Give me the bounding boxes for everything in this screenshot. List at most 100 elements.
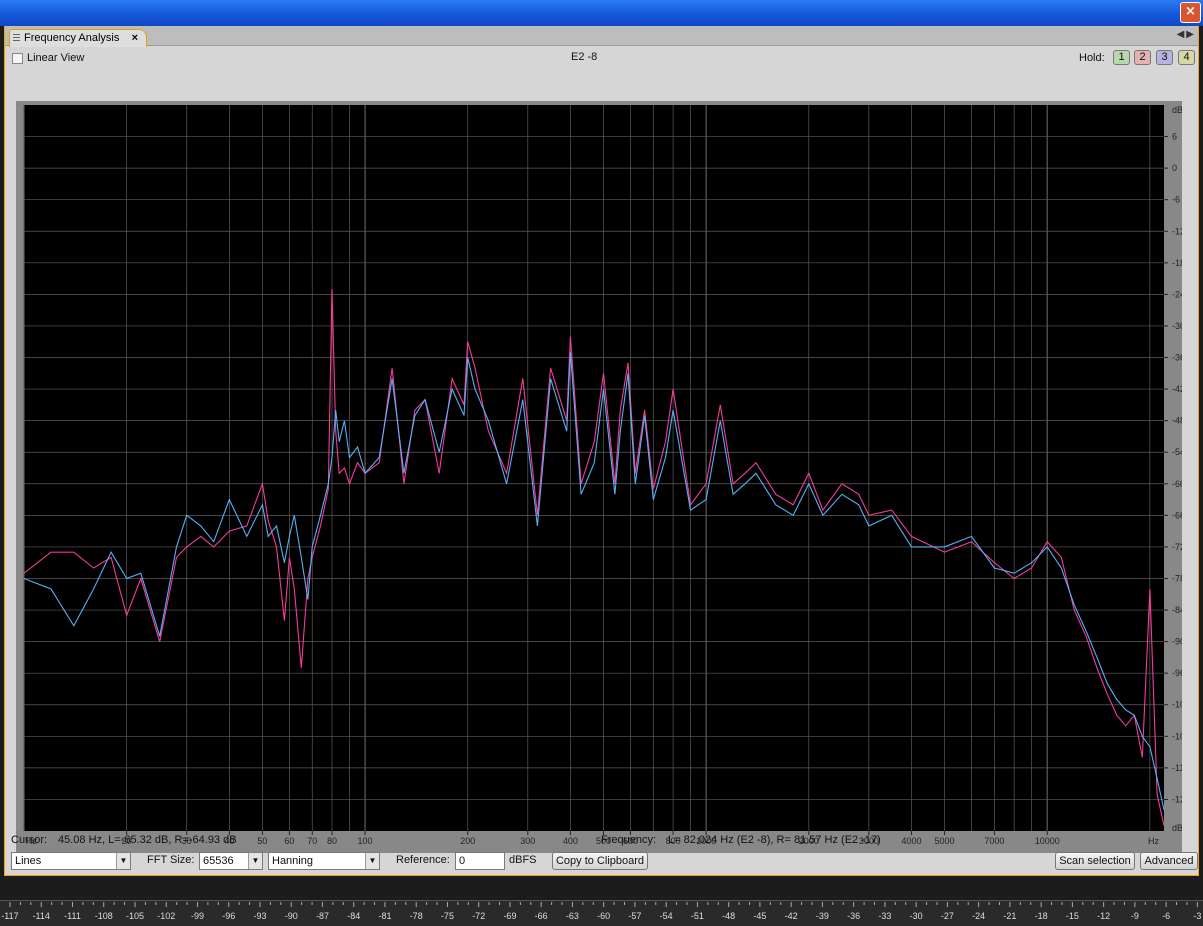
chevron-down-icon[interactable]: ▼ <box>365 853 379 869</box>
meter-tick-label: -72 <box>472 911 485 921</box>
tab-frequency-analysis[interactable]: Frequency Analysis × <box>9 29 147 47</box>
y-tick-label: -90 <box>1172 637 1182 647</box>
reference-input[interactable]: 0 <box>455 852 505 870</box>
copy-to-clipboard-button[interactable]: Copy to Clipboard <box>552 852 648 870</box>
y-tick-label: -36 <box>1172 353 1182 363</box>
meter-tick-label: -84 <box>347 911 360 921</box>
tab-close-icon[interactable]: × <box>132 30 138 46</box>
y-tick-label: -12 <box>1172 226 1182 236</box>
meter-tick-label: -108 <box>95 911 113 921</box>
controls-row: Lines ▼ FFT Size: 65536 ▼ Hanning ▼ Refe… <box>5 851 1198 873</box>
meter-tick-label: -39 <box>816 911 829 921</box>
meter-tick-label: -15 <box>1066 911 1079 921</box>
cursor-readout: 45.08 Hz, L=-65.32 dB, R=-64.93 dB <box>58 834 237 846</box>
meter-tick-label: -66 <box>535 911 548 921</box>
analysis-toolbar: Linear View E2 -8 Hold: 1 2 3 4 <box>5 46 1198 72</box>
meter-tick-label: -24 <box>972 911 985 921</box>
meter-tick-label: -117 <box>1 911 18 921</box>
chevron-down-icon[interactable]: ▼ <box>116 853 130 869</box>
y-tick-label: -42 <box>1172 384 1182 394</box>
meter-tick-label: -78 <box>410 911 423 921</box>
meter-tick-label: -87 <box>316 911 329 921</box>
frequency-readout: L= 82.024 Hz (E2 -8), R= 81.57 Hz (E2 -1… <box>668 834 881 846</box>
meter-tick-label: -9 <box>1131 911 1139 921</box>
meter-tick-label: -51 <box>691 911 704 921</box>
meter-tick-label: -105 <box>126 911 144 921</box>
y-tick-label: -108 <box>1172 731 1182 741</box>
spectrum-plot-frame[interactable]: 20 30 40 50 60 70 80 100 200 300 400 500 600 800 1000 2… <box>16 101 1182 853</box>
y-tick-label: -120 <box>1172 794 1182 804</box>
meter-tick-label: -21 <box>1003 911 1016 921</box>
meter-tick-label: -114 <box>33 911 50 921</box>
y-tick-label: -114 <box>1172 763 1182 773</box>
meter-tick-label: -75 <box>441 911 454 921</box>
meter-tick-label: -33 <box>878 911 891 921</box>
meter-tick-label: -27 <box>941 911 954 921</box>
fft-size-select[interactable]: 65536 ▼ <box>199 852 263 870</box>
hold-label: Hold: <box>1079 52 1105 64</box>
tab-scroll-arrows-icon[interactable]: ◀▶ <box>1177 29 1196 40</box>
y-tick-label: -96 <box>1172 668 1182 678</box>
meter-tick-label: -93 <box>253 911 266 921</box>
level-meter: -117 -114 -111 -108 -105 -102 -99 -96 -93 -90 -87 -… <box>0 900 1203 926</box>
y-tick-label: -18 <box>1172 258 1182 268</box>
y-tick-label: -48 <box>1172 416 1182 426</box>
window-function-select[interactable]: Hanning ▼ <box>268 852 380 870</box>
plot-style-value: Lines <box>15 855 42 867</box>
window-close-button[interactable]: × <box>1180 2 1201 23</box>
y-tick-label: -78 <box>1172 573 1182 583</box>
meter-tick-label: -36 <box>847 911 860 921</box>
linear-view-label[interactable]: Linear View <box>27 52 84 64</box>
y-tick-label: -72 <box>1172 542 1182 552</box>
hold-button-4[interactable]: 4 <box>1178 50 1195 65</box>
hold-button-3[interactable]: 3 <box>1156 50 1173 65</box>
window-function-value: Hanning <box>272 855 313 867</box>
scan-selection-button[interactable]: Scan selection <box>1055 852 1135 870</box>
panel-tabstrip: Frequency Analysis × ◀▶ <box>5 26 1198 47</box>
tab-grip-icon[interactable] <box>13 34 20 43</box>
meter-tick-label: -3 <box>1193 911 1201 921</box>
y-tick-label: -24 <box>1172 289 1182 299</box>
fft-size-label: FFT Size: <box>147 854 195 866</box>
y-tick-label: 0 <box>1172 163 1177 173</box>
meter-tick-label: -69 <box>503 911 516 921</box>
hold-button-1[interactable]: 1 <box>1113 50 1130 65</box>
y-tick-label: -102 <box>1172 700 1182 710</box>
meter-tick-label: -6 <box>1162 911 1170 921</box>
y-tick-label: -84 <box>1172 605 1182 615</box>
meter-tick-label: -12 <box>1097 911 1110 921</box>
spectrum-plot[interactable]: 20 30 40 50 60 70 80 100 200 300 400 500 600 800 1000 2… <box>16 101 1182 853</box>
fft-size-value: 65536 <box>203 855 234 867</box>
meter-tick-label: -57 <box>628 911 641 921</box>
meter-tick-label: -90 <box>285 911 298 921</box>
meter-tick-label: -54 <box>660 911 673 921</box>
window-titlebar: × <box>0 0 1203 26</box>
chevron-down-icon[interactable]: ▼ <box>248 853 262 869</box>
tab-title: Frequency Analysis <box>24 32 120 44</box>
meter-tick-label: -81 <box>378 911 391 921</box>
hold-button-2[interactable]: 2 <box>1134 50 1151 65</box>
y-tick-label: 6 <box>1172 132 1177 142</box>
meter-tick-label: -111 <box>64 911 81 921</box>
advanced-button[interactable]: Advanced <box>1140 852 1198 870</box>
level-meter-scale: -117 -114 -111 -108 -105 -102 -99 -96 -93 -90 -87 -… <box>1 902 1201 921</box>
plot-area[interactable] <box>24 105 1164 831</box>
frequency-label: Frequency: <box>601 834 657 846</box>
y-tick-label: -30 <box>1172 321 1182 331</box>
y-tick-label: -6 <box>1172 195 1180 205</box>
y-tick-label: -54 <box>1172 447 1182 457</box>
meter-tick-label: -102 <box>157 911 175 921</box>
meter-tick-label: -60 <box>597 911 610 921</box>
meter-tick-label: -45 <box>753 911 766 921</box>
meter-tick-label: -42 <box>785 911 798 921</box>
meter-tick-label: -18 <box>1035 911 1048 921</box>
reference-label: Reference: <box>396 854 450 866</box>
y-tick-label: -60 <box>1172 479 1182 489</box>
meter-tick-label: -48 <box>722 911 735 921</box>
status-row: Cursor: 45.08 Hz, L=-65.32 dB, R=-64.93 … <box>5 831 1198 853</box>
linear-view-checkbox[interactable] <box>12 53 23 64</box>
meter-tick-label: -30 <box>910 911 923 921</box>
reference-unit-label: dBFS <box>509 854 537 866</box>
plot-style-select[interactable]: Lines ▼ <box>11 852 131 870</box>
frequency-analysis-panel: Frequency Analysis × ◀▶ Linear View E2 -… <box>4 26 1199 876</box>
